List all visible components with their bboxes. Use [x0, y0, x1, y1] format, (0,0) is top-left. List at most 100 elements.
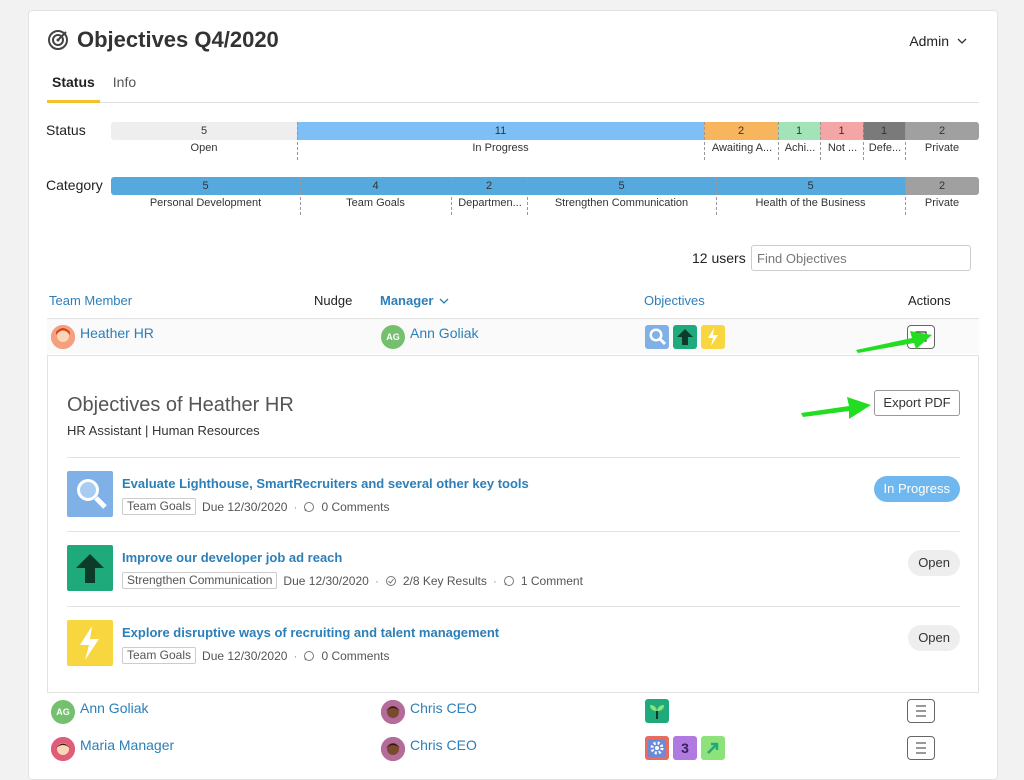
comments-count[interactable]: 0 Comments [321, 500, 389, 514]
status-seg-achieved[interactable]: 1 [778, 122, 820, 140]
chevron-down-icon [957, 38, 967, 44]
objective-title[interactable]: Explore disruptive ways of recruiting an… [122, 625, 499, 640]
status-seg-awaiting[interactable]: 2 [704, 122, 778, 140]
list-button[interactable] [907, 736, 935, 760]
arrow-up-icon [67, 545, 113, 591]
avatar: AG [51, 700, 75, 724]
status-bar-label: Status [46, 122, 86, 138]
user-menu[interactable]: Admin [909, 33, 967, 49]
status-label-private: Private [924, 142, 960, 154]
status-seg-not[interactable]: 1 [820, 122, 863, 140]
category-seg-personal[interactable]: 5 [111, 177, 300, 195]
status-label-achieved: Achi... [784, 142, 816, 154]
tab-bar: Status Info [47, 73, 979, 103]
due-date: Due 12/30/2020 [202, 499, 288, 514]
list-item[interactable]: Improve our developer job ad reach Stren… [67, 531, 960, 605]
member-name[interactable]: Heather HR [80, 325, 154, 341]
arrow-up-right-icon[interactable] [701, 736, 725, 760]
tab-status[interactable]: Status [47, 73, 100, 103]
chevron-down-icon [440, 298, 449, 304]
users-count: 12 users [692, 250, 746, 266]
comment-icon [503, 575, 514, 586]
objective-title[interactable]: Improve our developer job ad reach [122, 550, 342, 565]
category-seg-department[interactable]: 2 [451, 177, 527, 195]
column-header-manager-label: Manager [380, 293, 434, 308]
objectives-card: Objectives Q4/2020 Admin Status Info Sta… [28, 10, 998, 780]
manager-name[interactable]: Ann Goliak [410, 325, 478, 341]
search-input[interactable] [751, 245, 971, 271]
category-seg-private[interactable]: 2 [905, 177, 979, 195]
magnifier-icon[interactable] [645, 325, 669, 349]
table-row[interactable]: Maria Manager Chris CEO 3 [47, 731, 979, 767]
manager-name[interactable]: Chris CEO [410, 700, 477, 716]
annotation-arrow-icon [801, 397, 871, 419]
column-header-objectives[interactable]: Objectives [644, 293, 705, 308]
due-date: Due 12/30/2020 [283, 573, 369, 588]
divider [704, 122, 705, 160]
panel-subtitle: HR Assistant | Human Resources [67, 423, 260, 438]
category-label-business: Health of the Business [755, 197, 866, 209]
comments-count[interactable]: 1 Comment [521, 574, 583, 588]
list-icon [916, 705, 926, 717]
lightning-icon [67, 620, 113, 666]
column-header-actions: Actions [908, 293, 951, 308]
panel-title: Objectives of Heather HR [67, 394, 294, 416]
status-label-awaiting: Awaiting A... [711, 142, 773, 154]
category-label-department: Departmen... [458, 197, 522, 209]
status-seg-deferred[interactable]: 1 [863, 122, 905, 140]
separator: · [293, 499, 298, 514]
tab-info[interactable]: Info [108, 73, 141, 103]
avatar: AG [381, 325, 405, 349]
key-results[interactable]: 2/8 Key Results [403, 574, 487, 588]
separator: · [293, 648, 298, 663]
export-pdf-button[interactable]: Export PDF [874, 390, 960, 416]
header: Objectives Q4/2020 [47, 27, 279, 53]
status-badge[interactable]: Open [908, 550, 960, 576]
gear-icon[interactable] [645, 736, 669, 760]
category-seg-business[interactable]: 5 [716, 177, 905, 195]
divider [716, 177, 717, 215]
divider [297, 122, 298, 160]
user-menu-label: Admin [909, 33, 949, 49]
category-label-personal: Personal Development [149, 197, 262, 209]
plant-icon[interactable] [645, 699, 669, 723]
list-item[interactable]: Evaluate Lighthouse, SmartRecruiters and… [67, 457, 960, 531]
objective-title[interactable]: Evaluate Lighthouse, SmartRecruiters and… [122, 476, 529, 491]
category-label-private: Private [924, 197, 960, 209]
divider [527, 177, 528, 215]
member-name[interactable]: Ann Goliak [80, 700, 148, 716]
divider [905, 122, 906, 160]
status-label-in-progress: In Progress [472, 142, 529, 154]
table-row[interactable]: AG Ann Goliak Chris CEO [47, 694, 979, 730]
manager-name[interactable]: Chris CEO [410, 737, 477, 753]
category-seg-team-goals[interactable]: 4 [300, 177, 451, 195]
column-header-nudge: Nudge [314, 293, 353, 308]
category-seg-communication[interactable]: 5 [527, 177, 716, 195]
list-button[interactable] [907, 699, 935, 723]
status-bar: 5 11 2 1 1 1 2 Open In Progress Awaiting… [111, 122, 979, 160]
page-title: Objectives Q4/2020 [77, 27, 279, 52]
table-row[interactable]: Heather HR AG Ann Goliak [47, 318, 979, 354]
status-badge[interactable]: In Progress [873, 476, 960, 502]
status-seg-private[interactable]: 2 [905, 122, 979, 140]
category-tag: Team Goals [122, 647, 197, 664]
column-header-member[interactable]: Team Member [49, 293, 132, 308]
separator: · [374, 573, 379, 588]
status-label-not: Not ... [827, 142, 858, 154]
category-tag: Strengthen Communication [122, 572, 278, 589]
category-label-team-goals: Team Goals [346, 197, 405, 209]
list-item[interactable]: Explore disruptive ways of recruiting an… [67, 606, 960, 680]
status-badge[interactable]: Open [908, 625, 960, 651]
number-three-icon[interactable]: 3 [673, 736, 697, 760]
lightning-icon[interactable] [701, 325, 725, 349]
divider [451, 177, 452, 215]
arrow-up-icon[interactable] [673, 325, 697, 349]
status-seg-open[interactable]: 5 [111, 122, 297, 140]
member-name[interactable]: Maria Manager [80, 737, 174, 753]
divider [820, 122, 821, 160]
category-tag: Team Goals [122, 498, 197, 515]
status-seg-in-progress[interactable]: 11 [297, 122, 704, 140]
status-label-open: Open [190, 142, 218, 154]
column-header-manager[interactable]: Manager [380, 293, 449, 308]
comments-count[interactable]: 0 Comments [321, 649, 389, 663]
